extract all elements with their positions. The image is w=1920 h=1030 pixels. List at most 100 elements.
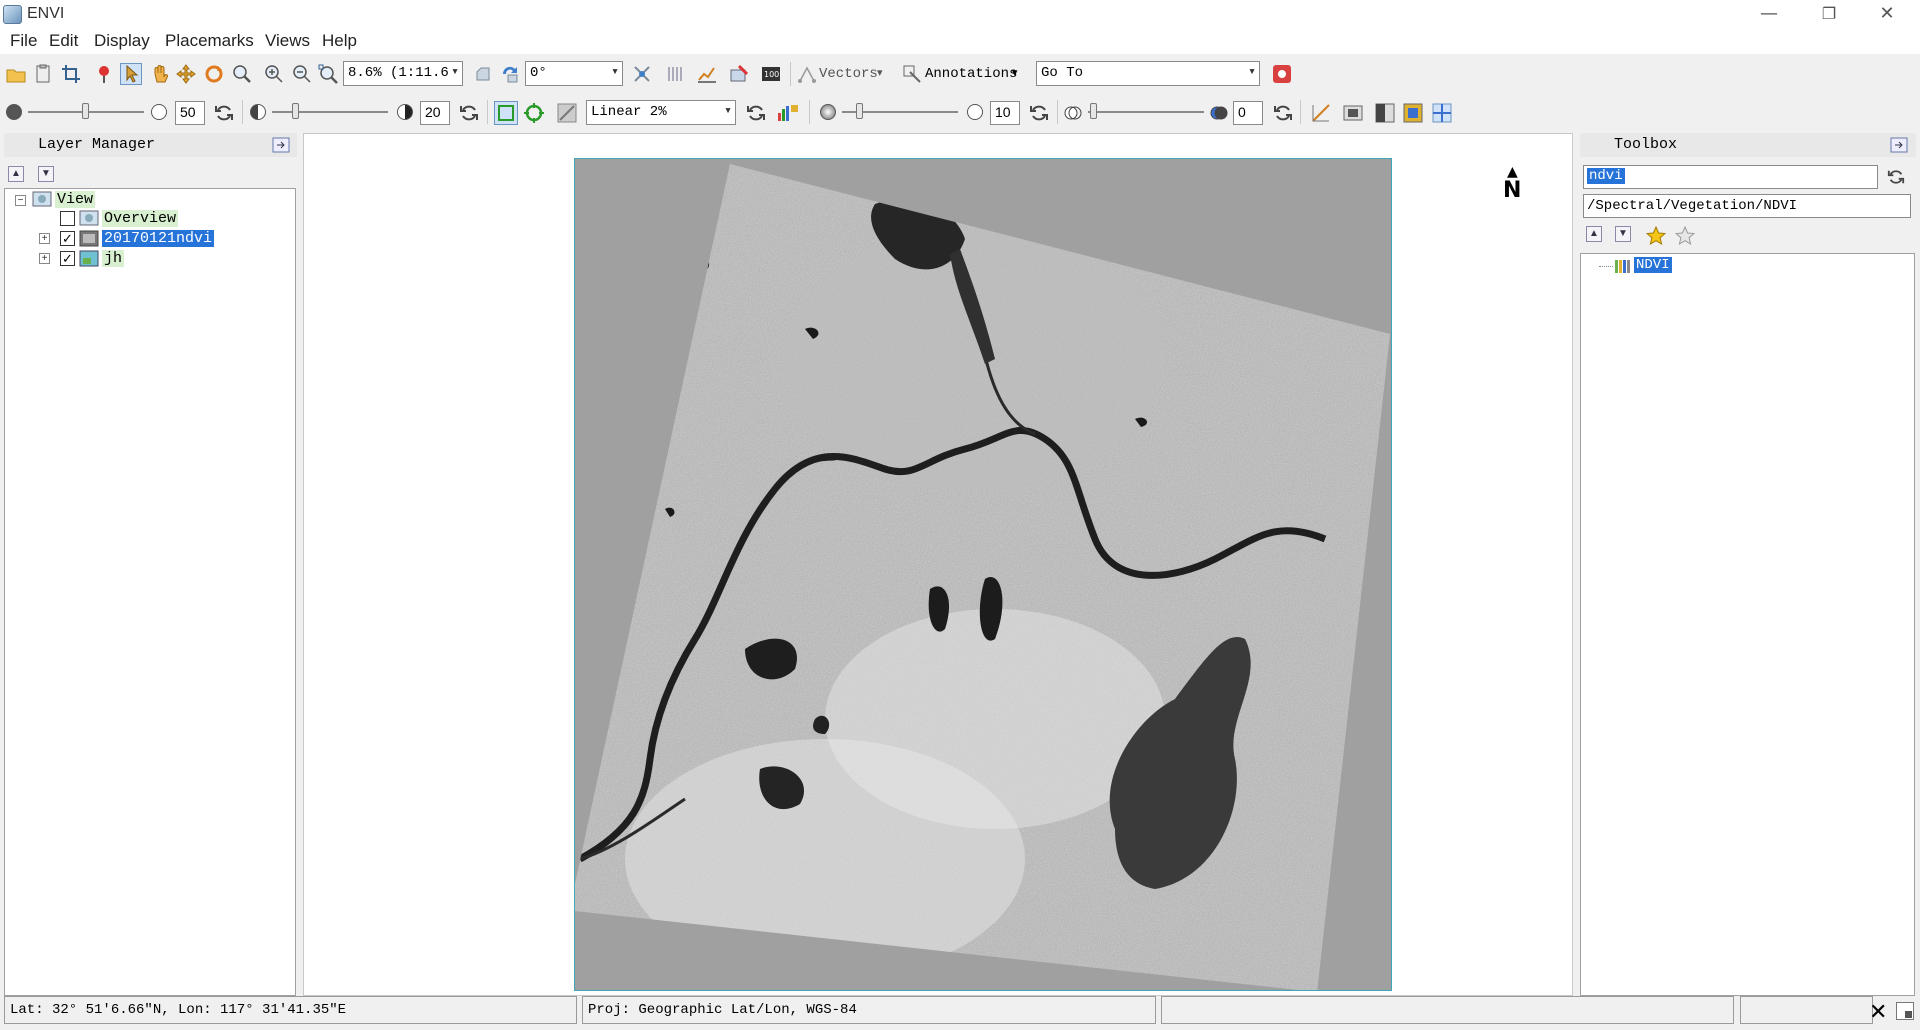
- goto-value: Go To: [1041, 65, 1084, 81]
- stretch-area-icon[interactable]: [523, 102, 545, 124]
- menu-edit[interactable]: Edit: [49, 31, 78, 51]
- swipe-icon[interactable]: [1432, 103, 1452, 123]
- reset-stretch-icon[interactable]: [746, 103, 766, 123]
- zoom-icon[interactable]: [232, 64, 252, 84]
- tree-item-jh[interactable]: jh: [102, 250, 125, 269]
- vectors-menu[interactable]: Vectors: [819, 66, 878, 82]
- overview-checkbox[interactable]: [60, 211, 75, 226]
- stretch-extent-icon[interactable]: [494, 101, 518, 125]
- sharpen-slider-thumb[interactable]: [856, 103, 863, 119]
- expand-jh-toggle[interactable]: +: [39, 253, 50, 264]
- zoom-full-extent-icon[interactable]: [318, 64, 338, 84]
- go-to-location-icon[interactable]: [1272, 64, 1292, 84]
- pan-hand-icon[interactable]: [150, 64, 170, 84]
- crop-icon[interactable]: [61, 64, 81, 84]
- tree-connector: [1599, 266, 1613, 267]
- rotation-value: 0°: [530, 65, 547, 81]
- zoom-out-icon[interactable]: [292, 64, 312, 84]
- panel-pin-icon[interactable]: [272, 137, 290, 153]
- zoom-combobox[interactable]: 8.6% (1:11.6 ▾: [343, 61, 463, 86]
- rotate-icon[interactable]: [204, 64, 224, 84]
- chevron-down-icon: ▾: [724, 103, 732, 118]
- transparency-slider-track[interactable]: [1088, 111, 1204, 113]
- menu-placemarks[interactable]: Placemarks: [165, 31, 254, 51]
- annotations-icon[interactable]: [902, 64, 922, 84]
- rotate-left-icon[interactable]: [473, 64, 493, 84]
- minimize-button[interactable]: —: [1740, 0, 1798, 29]
- reset-transparency-icon[interactable]: [1273, 103, 1293, 123]
- stretch-type-icon[interactable]: [557, 103, 577, 123]
- collapse-all-button[interactable]: ▲: [1586, 226, 1602, 242]
- transparency-slider-thumb[interactable]: [1090, 103, 1097, 119]
- transparency-value[interactable]: 0: [1233, 101, 1263, 125]
- reset-sharpen-icon[interactable]: [1029, 103, 1049, 123]
- goto-combobox[interactable]: Go To ▾: [1036, 61, 1260, 86]
- process-manager-icon[interactable]: [1896, 1002, 1914, 1020]
- select-pointer-icon[interactable]: [120, 63, 142, 85]
- open-folder-icon[interactable]: [6, 64, 26, 84]
- zoom-in-icon[interactable]: [264, 64, 284, 84]
- vectors-icon[interactable]: [797, 64, 817, 84]
- portal-icon[interactable]: [1343, 103, 1363, 123]
- toolbox-search-input[interactable]: ndvi: [1583, 165, 1878, 189]
- close-button[interactable]: ✕: [1858, 0, 1916, 29]
- unfavorite-star-icon[interactable]: [1675, 226, 1695, 246]
- jh-layer-checkbox[interactable]: ✓: [60, 251, 75, 266]
- contrast-slider-track[interactable]: [272, 111, 388, 113]
- sharpen-value[interactable]: 10: [990, 101, 1020, 125]
- histogram-icon[interactable]: [777, 103, 799, 123]
- status-extra: [1740, 996, 1873, 1024]
- menu-display[interactable]: Display: [94, 31, 150, 51]
- placemark-icon[interactable]: [94, 64, 114, 84]
- menu-views[interactable]: Views: [265, 31, 310, 51]
- annotations-menu[interactable]: Annotations: [925, 66, 1017, 82]
- rotation-combobox[interactable]: 0° ▾: [525, 61, 623, 86]
- brightness-light-icon: [151, 104, 167, 120]
- tree-root-view[interactable]: View: [55, 191, 96, 210]
- profile-icon[interactable]: [697, 64, 717, 84]
- view-icon: [32, 191, 52, 207]
- cursor-value-icon[interactable]: [665, 64, 685, 84]
- status-message: [1161, 996, 1734, 1024]
- menu-help[interactable]: Help: [322, 31, 357, 51]
- reset-contrast-icon[interactable]: [459, 103, 479, 123]
- collapse-all-button[interactable]: ▲: [8, 166, 24, 182]
- cancel-process-icon[interactable]: ✕: [1869, 1000, 1887, 1025]
- flicker-icon[interactable]: [1403, 103, 1423, 123]
- tree-item-20170121ndvi[interactable]: 20170121ndvi: [102, 230, 215, 249]
- blend-icon[interactable]: [1375, 103, 1395, 123]
- stretch-combobox[interactable]: Linear 2% ▾: [586, 100, 736, 125]
- collapse-view-toggle[interactable]: −: [15, 195, 26, 206]
- title-bar: ENVI — ❐ ✕: [0, 0, 1920, 29]
- brightness-value[interactable]: 50: [175, 101, 205, 125]
- contrast-slider-thumb[interactable]: [292, 103, 299, 119]
- ndvi-layer-checkbox[interactable]: ✓: [60, 231, 75, 246]
- refresh-icon[interactable]: [1887, 168, 1905, 186]
- raster-display[interactable]: [574, 158, 1392, 991]
- expand-ndvi-toggle[interactable]: +: [39, 233, 50, 244]
- panel-pin-icon[interactable]: [1890, 137, 1908, 153]
- restore-button[interactable]: ❐: [1800, 0, 1858, 29]
- brightness-slider-thumb[interactable]: [82, 103, 89, 119]
- fly-icon[interactable]: [176, 64, 196, 84]
- expand-all-button[interactable]: ▼: [38, 166, 54, 182]
- expand-all-button[interactable]: ▼: [1615, 226, 1631, 242]
- image-metadata-icon[interactable]: 100: [761, 64, 781, 84]
- contrast-value[interactable]: 20: [420, 101, 450, 125]
- tree-item-overview[interactable]: Overview: [102, 210, 179, 229]
- reset-brightness-icon[interactable]: [214, 103, 234, 123]
- image-view[interactable]: ▲ N: [303, 133, 1573, 996]
- status-coordinates: Lat: 32° 51′6.66″N, Lon: 117° 31′41.35″E: [4, 996, 577, 1024]
- favorite-star-icon[interactable]: [1646, 226, 1666, 246]
- crosshairs-icon[interactable]: [632, 64, 652, 84]
- rotate-right-icon[interactable]: [500, 64, 520, 84]
- toolbox-result-ndvi[interactable]: NDVI: [1634, 257, 1672, 276]
- chevron-down-icon: ▾: [611, 64, 619, 79]
- menu-file[interactable]: File: [10, 31, 37, 51]
- north-arrow: ▲ N: [1503, 164, 1521, 203]
- toolbox-panel: Toolbox ndvi /Spectral/Vegetation/NDVI ▲…: [1580, 133, 1916, 996]
- chip-to-file-icon[interactable]: [729, 64, 749, 84]
- data-manager-icon[interactable]: [33, 64, 53, 84]
- chevron-down-icon: ▾: [1012, 67, 1018, 79]
- spectral-profile-icon[interactable]: [1311, 103, 1331, 123]
